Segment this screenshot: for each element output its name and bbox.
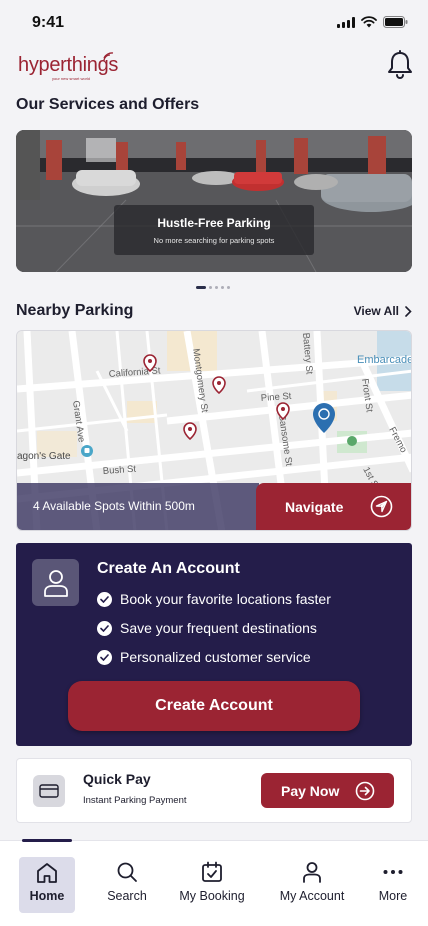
avatar — [32, 559, 79, 606]
user-icon — [303, 862, 321, 883]
tab-label: My Account — [279, 889, 345, 903]
map-label-bush: Bush St — [102, 464, 136, 477]
app-header: hyperthings your new smart world — [0, 50, 428, 86]
logo-signal-icon — [103, 52, 114, 62]
check-circle-icon — [97, 620, 112, 636]
home-icon — [37, 863, 57, 883]
status-time: 9:41 — [32, 14, 65, 31]
nearby-parking-title: Nearby Parking — [16, 302, 134, 319]
map-label-gate: agon's Gate — [17, 451, 71, 462]
tab-search[interactable]: Search — [87, 857, 167, 913]
banner-title: Hustle-Free Parking — [157, 216, 271, 230]
pay-now-button[interactable]: Pay Now — [261, 773, 394, 808]
navigate-button[interactable]: Navigate — [256, 483, 411, 530]
benefit-text: Book your favorite locations faster — [120, 591, 331, 607]
nearby-map[interactable]: California St Montgomery St Battery St E… — [16, 330, 412, 531]
map-label-pine: Pine St — [260, 391, 292, 404]
quick-pay-title: Quick Pay — [83, 771, 151, 787]
notification-bell-icon[interactable] — [386, 50, 414, 80]
check-circle-icon — [97, 649, 112, 665]
check-circle-icon — [97, 591, 112, 607]
banner-subtitle: No more searching for parking spots — [153, 236, 275, 245]
benefit-item: Save your frequent destinations — [97, 620, 317, 636]
services-banner[interactable]: Hustle-Free Parking No more searching fo… — [16, 130, 412, 272]
map-footer: 4 Available Spots Within 500m Navigate — [17, 483, 411, 530]
tab-label: My Booking — [179, 889, 245, 903]
tab-label: Home — [29, 889, 65, 903]
user-icon — [43, 569, 68, 597]
battery-icon — [383, 16, 408, 28]
carousel-indicator[interactable] — [196, 286, 230, 289]
cellular-signal-icon — [337, 16, 355, 28]
status-icons — [337, 16, 408, 28]
map-label-embarcadero: Embarcade — [357, 354, 412, 366]
transit-icon — [347, 436, 357, 446]
view-all-label: View All — [353, 304, 399, 318]
carousel-dot[interactable] — [221, 286, 224, 289]
benefit-text: Personalized customer service — [120, 649, 311, 665]
benefit-item: Book your favorite locations faster — [97, 591, 331, 607]
tab-label: More — [378, 889, 408, 903]
services-title: Our Services and Offers — [16, 96, 200, 113]
tab-home[interactable]: Home — [19, 857, 75, 913]
tab-my-account[interactable]: My Account — [272, 857, 352, 913]
carousel-dot[interactable] — [215, 286, 218, 289]
status-bar: 9:41 — [0, 0, 428, 46]
arrow-right-circle-icon — [355, 781, 375, 801]
tab-more[interactable]: More — [353, 857, 428, 913]
create-account-button[interactable]: Create Account — [68, 681, 360, 731]
wifi-icon — [361, 16, 377, 28]
active-tab-indicator — [22, 839, 72, 842]
credit-card-icon — [33, 775, 65, 807]
banner-caption: Hustle-Free Parking No more searching fo… — [114, 205, 314, 255]
carousel-dot[interactable] — [209, 286, 212, 289]
bottom-tab-bar: Home Search My Booking My Account More — [0, 839, 428, 926]
benefit-text: Save your frequent destinations — [120, 620, 317, 636]
quick-pay-subtitle: Instant Parking Payment — [83, 795, 187, 806]
carousel-dot[interactable] — [196, 286, 206, 289]
navigation-arrow-icon — [370, 495, 393, 518]
transit-icon — [81, 445, 93, 457]
navigate-label: Navigate — [285, 498, 344, 515]
hyperthings-logo: hyperthings your new smart world — [18, 52, 118, 81]
more-dots-icon — [383, 870, 403, 874]
calendar-check-icon — [202, 861, 222, 882]
carousel-dot[interactable] — [227, 286, 230, 289]
search-icon — [117, 862, 137, 882]
available-spots-text: 4 Available Spots Within 500m — [17, 483, 259, 530]
tab-my-booking[interactable]: My Booking — [172, 857, 252, 913]
tab-label: Search — [107, 889, 147, 903]
account-title: Create An Account — [97, 560, 240, 577]
quick-pay-card: Quick Pay Instant Parking Payment Pay No… — [16, 758, 412, 823]
view-all-link[interactable]: View All — [354, 304, 412, 318]
pay-now-label: Pay Now — [281, 782, 340, 799]
benefit-item: Personalized customer service — [97, 649, 311, 665]
create-account-card: Create An Account Book your favorite loc… — [16, 543, 412, 746]
logo-tagline: your new smart world — [52, 76, 91, 81]
chevron-right-icon — [405, 305, 412, 317]
